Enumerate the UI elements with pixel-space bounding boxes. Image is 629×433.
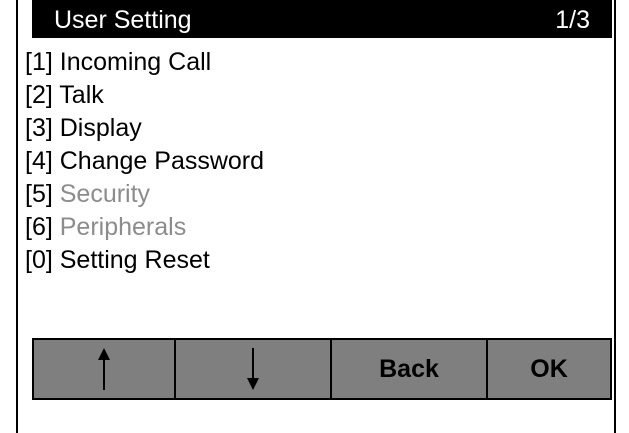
settings-menu: [1] Incoming Call [2] Talk [3] Display [… [25,46,264,277]
display-border-right [614,0,616,433]
menu-item-display[interactable]: [3] Display [25,112,264,145]
menu-item-label: Display [59,114,142,142]
menu-item-label: Peripherals [59,213,187,241]
menu-item-label: Talk [59,81,104,109]
page-indicator: 1/3 [555,6,590,34]
menu-item-security: [5] Security [25,178,264,211]
menu-item-key: [0] [25,246,53,274]
menu-item-incoming-call[interactable]: [1] Incoming Call [25,46,264,79]
scroll-down-button[interactable] [176,340,332,398]
menu-item-key: [6] [25,213,53,241]
phone-display: User Setting 1/3 [1] Incoming Call [2] T… [0,0,629,433]
scroll-up-button[interactable] [34,340,176,398]
menu-item-talk[interactable]: [2] Talk [25,79,264,112]
menu-item-key: [2] [25,81,53,109]
display-border-left [16,0,18,433]
menu-item-setting-reset[interactable]: [0] Setting Reset [25,244,264,277]
arrow-down-icon [247,348,259,390]
softkey-bar: Back OK [32,338,612,400]
title-bar: User Setting 1/3 [32,0,612,38]
ok-button[interactable]: OK [488,340,610,398]
arrow-up-icon [98,348,110,390]
menu-item-peripherals: [6] Peripherals [25,211,264,244]
back-button[interactable]: Back [332,340,488,398]
menu-item-label: Incoming Call [59,48,212,76]
menu-item-key: [5] [25,180,53,208]
menu-item-label: Change Password [59,147,265,175]
menu-item-change-password[interactable]: [4] Change Password [25,145,264,178]
menu-item-key: [4] [25,147,53,175]
menu-item-label: Security [59,180,151,208]
menu-item-key: [1] [25,48,53,76]
page-title: User Setting [54,6,192,34]
menu-item-key: [3] [25,114,53,142]
menu-item-label: Setting Reset [59,246,210,274]
